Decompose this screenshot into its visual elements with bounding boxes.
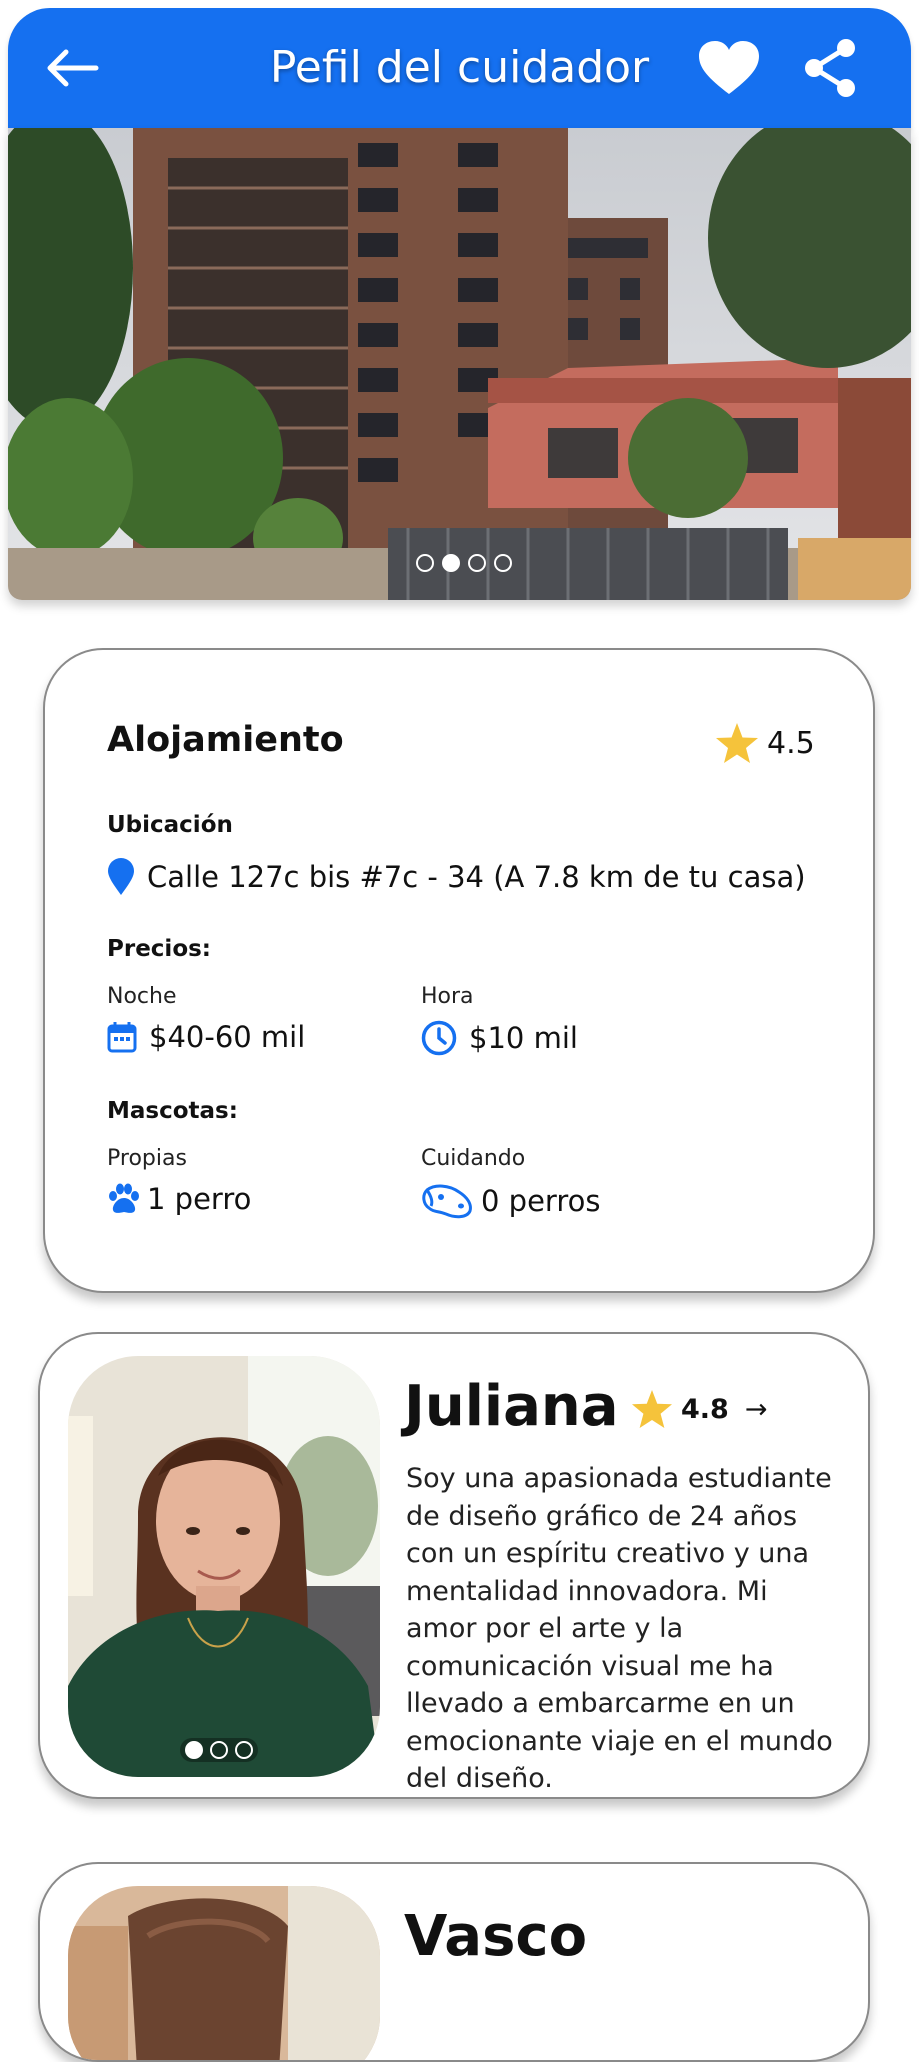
app-header: Pefil del cuidador <box>8 8 911 128</box>
caring-value: 0 perros <box>481 1184 601 1218</box>
own-pets-row: 1 perro <box>107 1182 251 1216</box>
caregiver-rating-value: 4.8 <box>681 1393 729 1425</box>
dog-face-icon <box>422 1184 472 1219</box>
favorite-button[interactable] <box>693 32 765 104</box>
location-pin-icon <box>108 858 134 895</box>
prices-label: Precios: <box>107 936 212 962</box>
night-label: Noche <box>107 984 177 1009</box>
star-icon <box>632 1389 672 1429</box>
caregiver-card[interactable]: Juliana 4.8 → Soy una apasionada estudia… <box>38 1332 870 1799</box>
caregiver-name[interactable]: Juliana <box>404 1374 619 1439</box>
hour-price-row: $10 mil <box>421 1020 578 1056</box>
own-pets-value: 1 perro <box>147 1182 252 1216</box>
calendar-icon <box>107 1022 137 1053</box>
share-icon <box>805 39 855 97</box>
caregiver-name[interactable]: Vasco <box>404 1904 587 1969</box>
carousel-dots <box>416 554 512 572</box>
accommodation-card: Alojamiento 4.5 Ubicación Calle 127c bis… <box>43 648 875 1293</box>
address-row: Calle 127c bis #7c - 34 (A 7.8 km de tu … <box>107 858 806 896</box>
caregiver-photo[interactable] <box>68 1356 380 1777</box>
night-price: $40-60 mil <box>149 1020 306 1054</box>
arrow-right-icon[interactable]: → <box>745 1394 768 1425</box>
building-photo <box>8 128 911 600</box>
carousel-dot[interactable] <box>494 554 512 572</box>
share-button[interactable] <box>794 32 866 104</box>
photo-dot[interactable] <box>210 1741 228 1759</box>
star-icon <box>716 723 758 763</box>
location-label: Ubicación <box>107 812 233 838</box>
own-pets-label: Propias <box>107 1146 187 1171</box>
address-text: Calle 127c bis #7c - 34 (A 7.8 km de tu … <box>147 860 806 894</box>
accommodation-title: Alojamiento <box>107 720 344 760</box>
accommodation-photo-carousel[interactable] <box>8 128 911 600</box>
caregiver-card[interactable]: Vasco <box>38 1862 870 2062</box>
page-title: Pefil del cuidador <box>269 42 650 93</box>
person-photo <box>68 1356 380 1777</box>
caregiver-photo-image <box>68 1886 380 2060</box>
carousel-dot[interactable] <box>468 554 486 572</box>
carousel-dot-active[interactable] <box>442 554 460 572</box>
photo-dot[interactable] <box>235 1741 253 1759</box>
caregiver-rating: 4.8 → <box>631 1389 767 1429</box>
pets-label: Mascotas: <box>107 1098 238 1124</box>
photo-dot-active[interactable] <box>185 1741 203 1759</box>
caregiver-photo[interactable] <box>68 1886 380 2060</box>
night-price-row: $40-60 mil <box>107 1020 305 1054</box>
paw-icon <box>109 1183 139 1213</box>
clock-icon <box>421 1020 457 1056</box>
hour-price: $10 mil <box>469 1021 578 1055</box>
hour-label: Hora <box>421 984 474 1009</box>
caring-row: 0 perros <box>421 1182 600 1220</box>
rating-value: 4.5 <box>767 725 815 761</box>
photo-dots <box>180 1738 258 1762</box>
heart-icon <box>699 41 759 94</box>
carousel-dot[interactable] <box>416 554 434 572</box>
accommodation-rating: 4.5 <box>715 722 815 764</box>
caregiver-bio: Soy una apasionada estudiante de diseño … <box>406 1463 833 1794</box>
caring-label: Cuidando <box>421 1146 526 1171</box>
